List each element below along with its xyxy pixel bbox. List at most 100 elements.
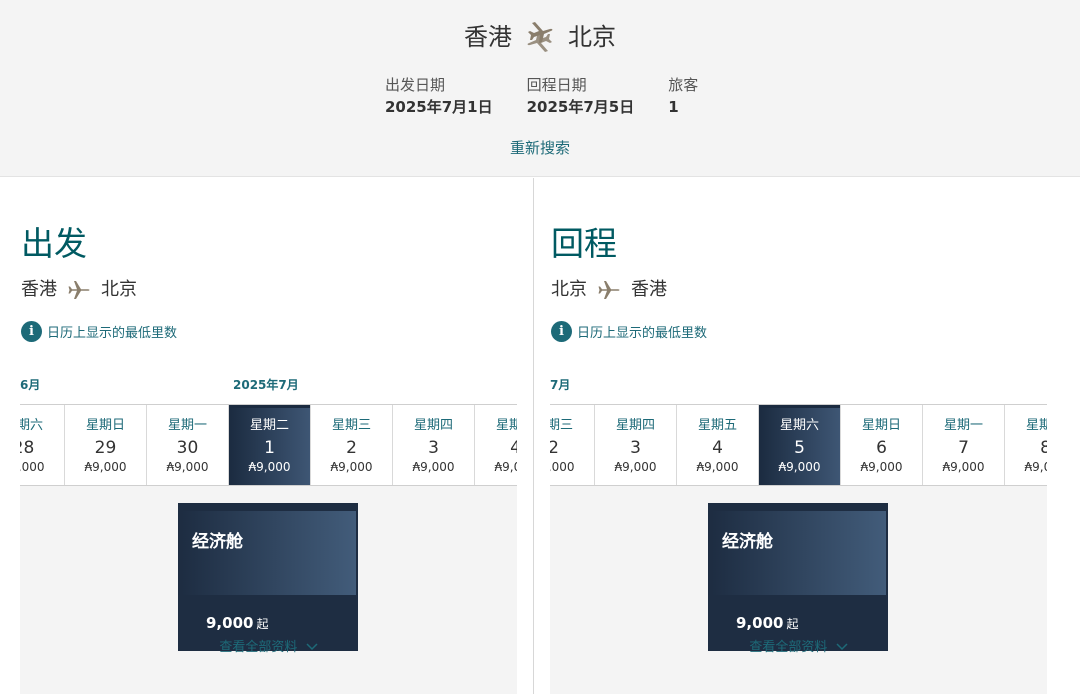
- view-all-label: 查看全部资料: [219, 640, 298, 655]
- info-icon: i: [551, 321, 572, 342]
- plane-icon: [598, 281, 620, 299]
- date-number: 2: [346, 438, 357, 458]
- cabin-card-header: [178, 511, 356, 595]
- cabin-price: 9,000 起: [736, 613, 798, 634]
- outbound-title: 出发: [21, 224, 87, 263]
- cabin-price-from: 起: [256, 617, 269, 631]
- outbound-info-link[interactable]: i 日历上显示的最低里数: [21, 321, 177, 342]
- date-price: ₳9,000: [614, 460, 657, 474]
- date-number: 2: [550, 437, 594, 459]
- outbound-destination: 北京: [101, 279, 137, 300]
- date-number: 6: [876, 438, 887, 458]
- date-price: ₳9,000: [550, 460, 575, 474]
- date-weekday: 星期一: [943, 418, 983, 433]
- departure-date-group: 出发日期 2025年7月1日: [385, 76, 493, 116]
- cabin-price-from: 起: [786, 617, 799, 631]
- passengers-label: 旅客: [668, 76, 699, 94]
- date-number: 7: [958, 438, 969, 458]
- date-weekday: 星期日: [861, 418, 901, 433]
- date-cell[interactable]: 星期三 2 ₳9,000: [550, 405, 595, 485]
- date-number: 29: [94, 438, 117, 458]
- date-cell[interactable]: 星期一 7 ₳9,000: [923, 405, 1005, 485]
- outbound-pane: 出发 香港 北京 i 日历上显示的最低里数 6月 2025年7月 星期六 28 …: [0, 178, 530, 694]
- date-number: 4: [712, 438, 723, 458]
- passengers-value: 1: [668, 98, 679, 116]
- research-link[interactable]: 重新搜索: [0, 138, 1080, 158]
- info-icon: i: [21, 321, 42, 342]
- cabin-price-value: 9,000: [736, 614, 784, 632]
- date-price: ₳9,000: [330, 460, 373, 474]
- date-weekday: 星期五: [697, 418, 737, 433]
- date-price: ₳9,000: [20, 460, 45, 474]
- date-cell[interactable]: 星期四 3 ₳9,000: [393, 405, 475, 485]
- outbound-date-strip: 星期六 28 ₳9,000 星期日 29 ₳9,000 星期一 30 ₳9,00…: [20, 404, 517, 486]
- route-summary: 香港 北京: [0, 20, 1080, 54]
- date-number: 30: [176, 438, 199, 458]
- view-all-label: 查看全部资料: [749, 640, 828, 655]
- date-price: ₳9,000: [778, 460, 821, 474]
- date-price: ₳9,000: [942, 460, 985, 474]
- date-cell[interactable]: 星期六 28 ₳9,000: [20, 405, 65, 485]
- return-route: 北京 香港: [551, 278, 667, 302]
- search-details: 出发日期 2025年7月1日 回程日期 2025年7月5日 旅客 1: [385, 76, 732, 116]
- return-info-text: 日历上显示的最低里数: [577, 326, 708, 341]
- date-cell[interactable]: 星期五 4 ₳9,000: [475, 405, 517, 485]
- date-cell[interactable]: 星期三 2 ₳9,000: [311, 405, 393, 485]
- date-cell-selected[interactable]: 星期二 1 ₳9,000: [229, 405, 311, 485]
- date-price: ₳9,000: [494, 460, 518, 474]
- date-price: ₳9,000: [166, 460, 209, 474]
- date-weekday: 星期三: [550, 418, 573, 433]
- return-view-all-link[interactable]: 查看全部资料: [550, 639, 1047, 657]
- date-weekday: 星期日: [85, 418, 125, 433]
- date-price: ₳9,000: [696, 460, 739, 474]
- return-info-link[interactable]: i 日历上显示的最低里数: [551, 321, 707, 342]
- date-number: 8: [1005, 437, 1047, 459]
- outbound-view-all-link[interactable]: 查看全部资料: [20, 639, 517, 657]
- return-month-current: 7月: [550, 378, 571, 392]
- date-weekday: 星期六: [20, 418, 43, 433]
- outbound-info-text: 日历上显示的最低里数: [47, 326, 178, 341]
- passengers-group: 旅客 1: [668, 76, 698, 116]
- date-weekday: 星期二: [249, 418, 289, 433]
- date-number: 5: [794, 438, 805, 458]
- cabin-price-value: 9,000: [206, 614, 254, 632]
- date-weekday: 星期四: [413, 418, 453, 433]
- return-economy-card[interactable]: 经济舱 9,000 起: [708, 503, 888, 651]
- date-price: ₳9,000: [412, 460, 455, 474]
- destination-city: 北京: [568, 23, 616, 51]
- date-number: 1: [264, 438, 275, 458]
- return-pane: 回程 北京 香港 i 日历上显示的最低里数 7月 星期三 2 ₳9,000 星期…: [530, 178, 1060, 694]
- date-cell-selected[interactable]: 星期六 5 ₳9,000: [759, 405, 841, 485]
- outbound-origin: 香港: [21, 279, 57, 300]
- outbound-month-current: 2025年7月: [233, 378, 299, 392]
- origin-city: 香港: [464, 23, 512, 51]
- date-cell[interactable]: 星期四 3 ₳9,000: [595, 405, 677, 485]
- date-cell[interactable]: 星期日 29 ₳9,000: [65, 405, 147, 485]
- return-cabin-area: 经济舱 9,000 起 查看全部资料: [550, 486, 1047, 694]
- date-number: 28: [20, 438, 35, 458]
- date-cell[interactable]: 星期二 8 ₳9,000: [1005, 405, 1047, 485]
- date-weekday: 星期六: [779, 418, 819, 433]
- chevron-down-icon: [836, 643, 848, 651]
- outbound-cabin-area: 经济舱 9,000 起 查看全部资料: [20, 486, 517, 694]
- date-cell[interactable]: 星期日 6 ₳9,000: [841, 405, 923, 485]
- round-trip-planes-icon: [527, 22, 553, 52]
- cabin-name: 经济舱: [192, 532, 243, 552]
- chevron-down-icon: [306, 643, 318, 651]
- return-destination: 香港: [631, 279, 667, 300]
- date-cell[interactable]: 星期一 30 ₳9,000: [147, 405, 229, 485]
- date-cell[interactable]: 星期五 4 ₳9,000: [677, 405, 759, 485]
- cabin-card-header: [708, 511, 886, 595]
- date-weekday: 星期一: [167, 418, 207, 433]
- plane-icon: [68, 281, 90, 299]
- search-summary-header: 香港 北京 出发日期 2025年7月1日 回程日期 2025年7月5日 旅客 1…: [0, 0, 1080, 177]
- return-date-value: 2025年7月5日: [526, 98, 635, 116]
- date-price: ₳9,000: [84, 460, 127, 474]
- date-price: ₳9,000: [1024, 460, 1048, 474]
- date-price: ₳9,000: [860, 460, 903, 474]
- date-number: 3: [428, 438, 439, 458]
- date-price: ₳9,000: [248, 460, 291, 474]
- return-date-strip: 星期三 2 ₳9,000 星期四 3 ₳9,000 星期五 4 ₳9,000 星…: [550, 404, 1047, 486]
- cabin-name: 经济舱: [722, 532, 773, 552]
- outbound-economy-card[interactable]: 经济舱 9,000 起: [178, 503, 358, 651]
